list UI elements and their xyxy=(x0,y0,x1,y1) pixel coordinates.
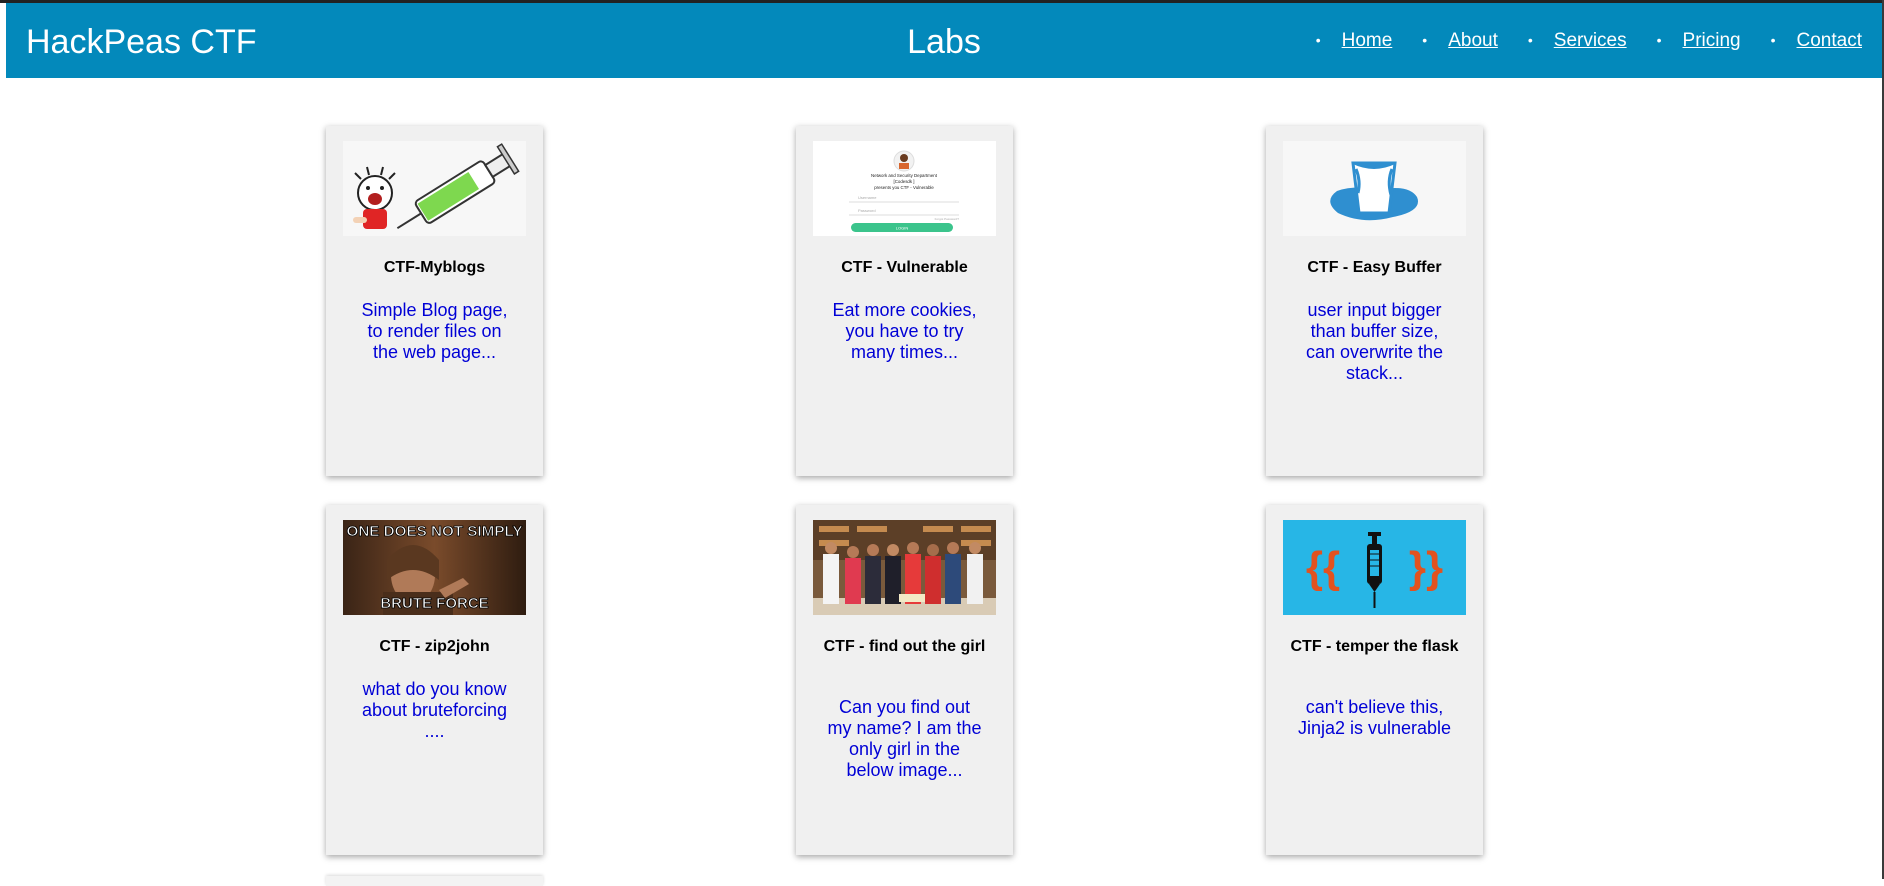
nav-link-pricing[interactable]: Pricing xyxy=(1683,30,1741,51)
overflowing-cup-image xyxy=(1283,141,1466,236)
nav-item-home: Home xyxy=(1316,30,1393,52)
card-description: can't believe this, Jinja2 is vulnerable xyxy=(1297,697,1452,738)
login-org-text: Network and Security Department xyxy=(871,173,938,178)
login-username-text: Username xyxy=(858,195,877,200)
lab-card-myblogs[interactable]: CTF-Myblogs Simple Blog page, to render … xyxy=(326,126,543,476)
lab-card-zip2john[interactable]: ONE DOES NOT SIMPLY BRUTE FORCE CTF - zi… xyxy=(326,505,543,855)
login-password-text: Password xyxy=(858,208,876,213)
next-card-peek xyxy=(326,876,543,886)
lab-card-vulnerable[interactable]: Network and Security Department [Codesdk… xyxy=(796,126,1013,476)
login-page-screenshot: Network and Security Department [Codesdk… xyxy=(813,141,996,236)
card-title: CTF-Myblogs xyxy=(383,259,486,276)
card-title: CTF - find out the girl xyxy=(823,638,986,655)
nav-link-contact[interactable]: Contact xyxy=(1797,30,1862,51)
login-org2-text: [Codesdk ] xyxy=(894,179,915,184)
card-title: CTF - zip2john xyxy=(379,638,490,655)
meme-top-text: ONE DOES NOT SIMPLY xyxy=(347,523,523,540)
left-braces-text: {{ xyxy=(1306,543,1340,592)
nav-item-services: Services xyxy=(1528,30,1627,52)
card-description: Can you find out my name? I am the only … xyxy=(827,697,982,780)
meme-bottom-text: BRUTE FORCE xyxy=(380,595,488,612)
card-title: CTF - Easy Buffer xyxy=(1307,259,1442,276)
login-forgot-text: Forgot Password? xyxy=(935,217,960,221)
login-presents-text: presents you CTF - Vulnerable xyxy=(874,185,934,190)
nav-item-pricing: Pricing xyxy=(1657,30,1741,52)
lab-card-temper-the-flask[interactable]: {{ }} CTF - temper the flask can't belie… xyxy=(1266,505,1483,855)
card-description: Eat more cookies, you have to try many t… xyxy=(832,300,977,362)
lab-card-easy-buffer[interactable]: CTF - Easy Buffer user input bigger than… xyxy=(1266,126,1483,476)
cartoon-syringe-image xyxy=(343,141,526,236)
nav-item-about: About xyxy=(1422,30,1498,52)
card-description: Simple Blog page, to render files on the… xyxy=(361,300,508,362)
lab-card-find-the-girl[interactable]: CTF - find out the girl Can you find out… xyxy=(796,505,1013,855)
site-header: HackPeas CTF Labs Home About Services Pr… xyxy=(6,3,1882,78)
card-title: CTF - temper the flask xyxy=(1290,638,1459,655)
card-description: what do you know about bruteforcing .... xyxy=(361,679,508,741)
meme-image: ONE DOES NOT SIMPLY BRUTE FORCE xyxy=(343,520,526,615)
login-button-text: LOGIN xyxy=(896,226,909,231)
nav-link-services[interactable]: Services xyxy=(1554,30,1627,51)
nav-item-contact: Contact xyxy=(1771,30,1862,52)
right-braces-text: }} xyxy=(1409,543,1443,592)
card-description: user input bigger than buffer size, can … xyxy=(1305,300,1444,383)
nav-link-about[interactable]: About xyxy=(1448,30,1498,51)
group-photo-image xyxy=(813,520,996,615)
card-title: CTF - Vulnerable xyxy=(841,259,968,276)
template-injection-image: {{ }} xyxy=(1283,520,1466,615)
nav-link-home[interactable]: Home xyxy=(1342,30,1393,51)
